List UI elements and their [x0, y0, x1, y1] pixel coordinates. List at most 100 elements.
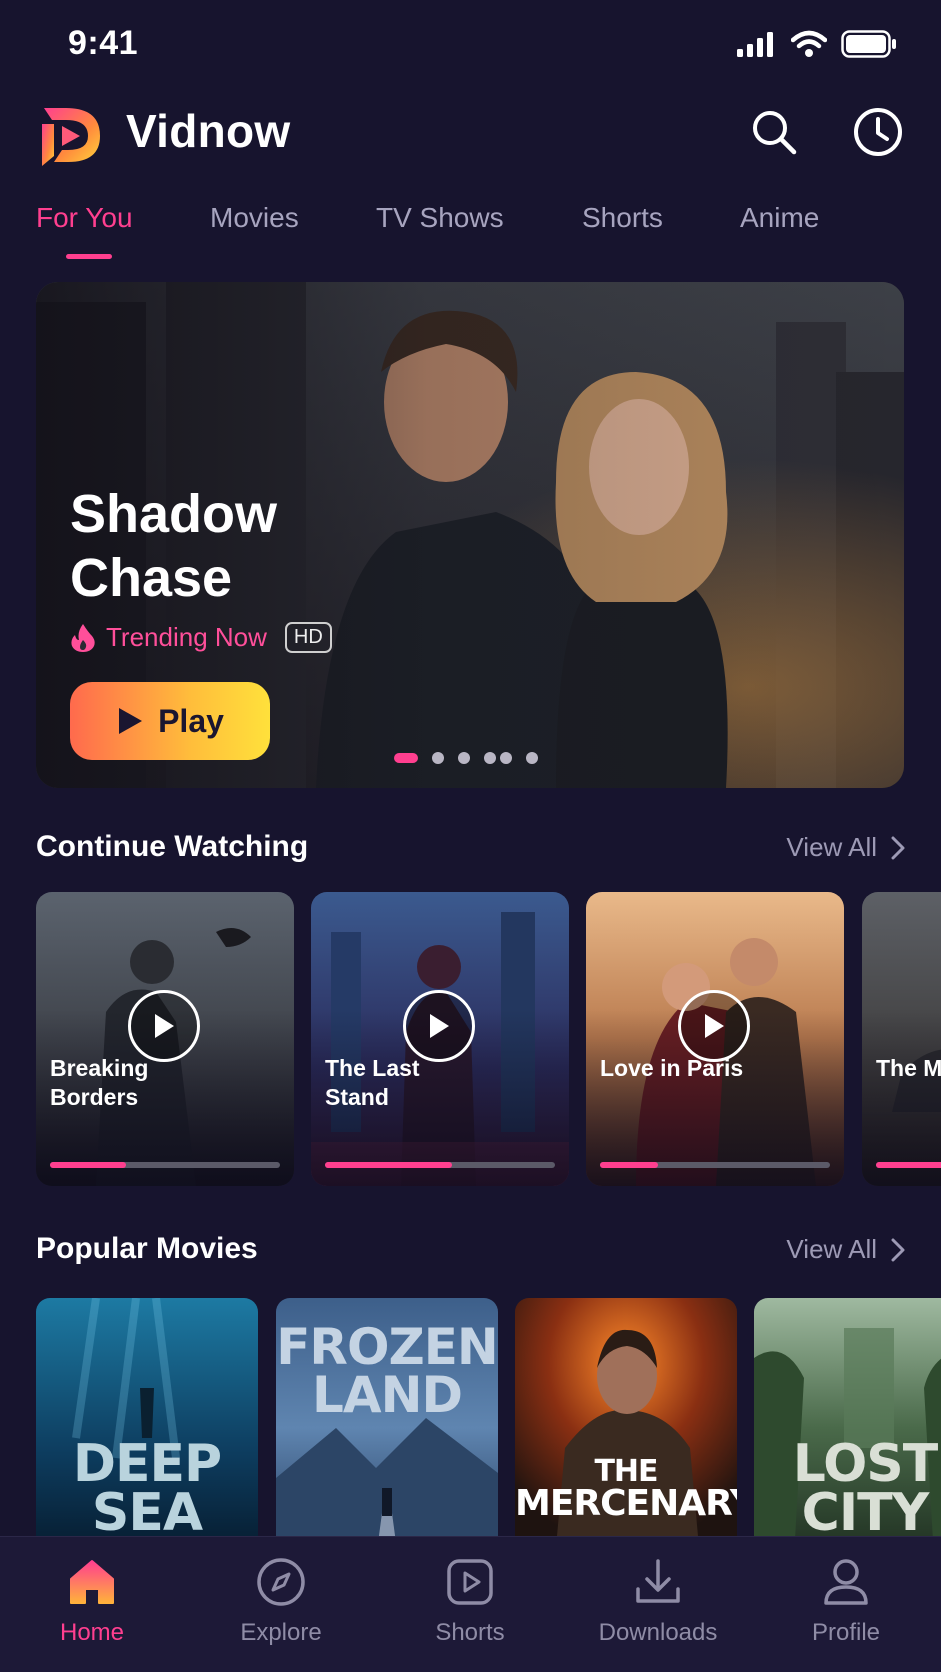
history-clock-icon [854, 108, 902, 156]
compass-icon [254, 1555, 308, 1609]
download-icon [631, 1555, 685, 1609]
continue-watching-card[interactable]: Love in Paris [586, 892, 844, 1186]
battery-icon [841, 30, 896, 58]
poster-title-line: LOST [792, 1434, 938, 1494]
view-all-popular-movies[interactable]: View All [786, 1234, 905, 1265]
app-header: Vidnow [36, 96, 905, 172]
poster-title: FROZEN LAND [276, 1318, 498, 1424]
section-title: Continue Watching [36, 830, 309, 863]
view-all-continue-watching[interactable]: View All [786, 832, 905, 863]
status-time: 9:41 [68, 24, 139, 62]
play-icon [155, 1014, 174, 1038]
card-play-button[interactable] [128, 990, 200, 1062]
watch-progress-fill [50, 1162, 126, 1168]
poster-title-line: MERCENARY [515, 1482, 737, 1524]
hd-badge: HD [284, 622, 332, 653]
tab-movies[interactable]: Movies [210, 202, 299, 234]
card-title: Love in Paris [600, 1055, 744, 1081]
watch-progress-fill [600, 1162, 658, 1168]
signal-icon [737, 32, 773, 57]
nav-explore[interactable]: Explore [206, 1555, 356, 1655]
poster-title-line: LAND [312, 1365, 463, 1424]
view-all-label: View All [786, 832, 877, 862]
watch-progress-bar [876, 1162, 941, 1168]
watch-progress-fill [325, 1162, 452, 1168]
card-play-button[interactable] [403, 990, 475, 1062]
tab-shorts[interactable]: Shorts [582, 202, 663, 234]
play-square-icon [443, 1555, 497, 1609]
popular-movies-list: DEEP SEA FROZEN LAND THE MERCENARY LOST … [36, 1298, 941, 1558]
card-title: The M Return [876, 1055, 941, 1081]
status-icons [737, 30, 897, 58]
card-shade [862, 892, 941, 1186]
card-play-button[interactable] [678, 990, 750, 1062]
card-title: The Last Stand [325, 1055, 420, 1110]
vidnow-logo-icon [42, 108, 100, 166]
continue-watching-card[interactable]: Breaking Borders [36, 892, 294, 1186]
nav-home[interactable]: Home [17, 1555, 167, 1655]
nav-label: Profile [811, 1619, 881, 1646]
trending-row: Trending Now HD [70, 622, 332, 653]
view-all-label: View All [786, 1234, 877, 1264]
card-title: Breaking Borders [50, 1055, 149, 1110]
search-button[interactable] [746, 104, 802, 160]
nav-label: Home [59, 1619, 125, 1646]
carousel-dot[interactable] [484, 752, 496, 764]
nav-label: Shorts [435, 1619, 505, 1646]
continue-watching-card[interactable]: The M Return [862, 892, 941, 1186]
bottom-navigation: Home Explore Shorts Downloads Profile [0, 1536, 941, 1672]
chevron-right-icon [891, 836, 905, 859]
hero-title: Shadow Chase [70, 484, 278, 608]
category-tabs: For You Movies TV Shows Shorts Anime [36, 202, 941, 262]
movie-poster-card[interactable]: LOST CITY [754, 1298, 941, 1558]
poster-title-line: DEEP [72, 1434, 222, 1494]
section-title: Popular Movies [36, 1232, 258, 1265]
hero-play-button[interactable]: Play [70, 682, 270, 760]
status-bar: 9:41 [0, 0, 941, 90]
nav-profile[interactable]: Profile [771, 1555, 921, 1655]
movie-poster-card[interactable]: THE MERCENARY [515, 1298, 737, 1558]
poster-title: THE MERCENARY [515, 1457, 737, 1524]
active-tab-indicator [66, 254, 112, 259]
popular-movies-header: Popular Movies View All [36, 1232, 905, 1272]
chevron-right-icon [891, 1238, 905, 1261]
carousel-dot[interactable] [432, 752, 444, 764]
continue-watching-list: Breaking Borders The Last Stand Love in … [36, 892, 941, 1186]
watch-progress-bar [325, 1162, 555, 1168]
user-icon [819, 1555, 873, 1609]
watch-progress-bar [600, 1162, 830, 1168]
fire-icon [71, 623, 95, 652]
app-title: Vidnow [126, 105, 291, 157]
tab-for-you[interactable]: For You [36, 202, 133, 234]
poster-title: DEEP SEA [36, 1434, 258, 1544]
poster-title-line: CITY [801, 1483, 930, 1544]
poster-title-line: FROZEN [276, 1318, 498, 1376]
wifi-icon [791, 30, 827, 57]
watch-progress-bar [50, 1162, 280, 1168]
nav-label: Explore [240, 1619, 322, 1646]
tab-tv-shows[interactable]: TV Shows [376, 202, 504, 234]
movie-poster-card[interactable]: DEEP SEA [36, 1298, 258, 1558]
play-icon [119, 708, 143, 734]
carousel-dot[interactable] [500, 752, 512, 764]
carousel-dot[interactable] [458, 752, 470, 764]
nav-downloads[interactable]: Downloads [583, 1555, 733, 1655]
nav-label: Downloads [598, 1619, 718, 1646]
tab-anime[interactable]: Anime [740, 202, 819, 234]
poster-title-line: SEA [91, 1483, 203, 1544]
nav-shorts[interactable]: Shorts [395, 1555, 545, 1655]
app-screen: 9:41 Vidnow For You Movies TV Shows Shor… [0, 0, 941, 1672]
continue-watching-header: Continue Watching View All [36, 830, 905, 870]
carousel-dot[interactable] [526, 752, 538, 764]
continue-watching-card[interactable]: The Last Stand [311, 892, 569, 1186]
history-button[interactable] [850, 104, 906, 160]
hero-banner[interactable]: Shadow Chase Trending Now HD Play [36, 282, 904, 788]
watch-progress-fill [876, 1162, 941, 1168]
play-icon [705, 1014, 724, 1038]
movie-poster-card[interactable]: FROZEN LAND [276, 1298, 498, 1558]
search-icon [753, 111, 797, 155]
carousel-dot[interactable] [394, 753, 418, 763]
play-button-label: Play [158, 702, 224, 739]
trending-label: Trending Now [106, 622, 267, 652]
home-icon [65, 1555, 119, 1609]
